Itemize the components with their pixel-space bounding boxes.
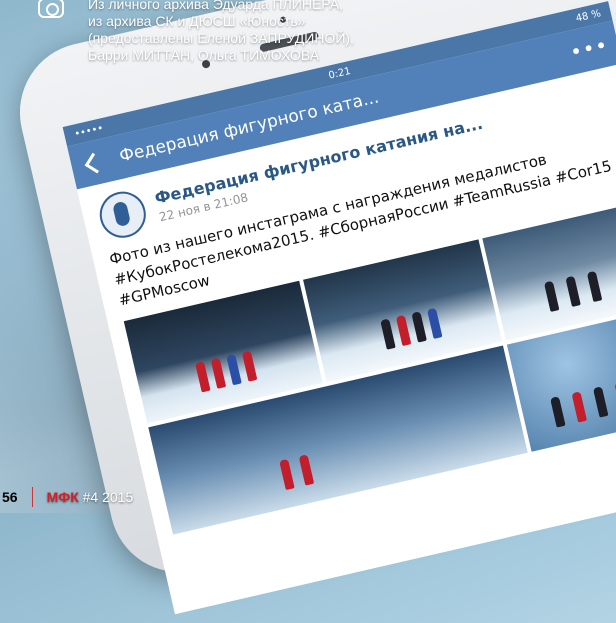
back-chevron-icon[interactable] — [84, 152, 106, 173]
credit-line: (предоставлены Еленой ЗАПРУДИНОЙ), — [88, 30, 354, 46]
skater-figure — [426, 307, 443, 339]
magazine-issue: МФК #4 2015 — [47, 489, 134, 505]
phone-screen: ••••• 0:21 48 % Федерация фигурного ката… — [62, 1, 616, 615]
camera-icon — [38, 0, 64, 18]
issue-number: #4 2015 — [82, 488, 134, 505]
skater-figure — [565, 275, 581, 307]
skater-figure — [279, 458, 295, 491]
magazine-name: МФК — [46, 488, 79, 505]
skater-figure — [298, 454, 315, 486]
photo-credits: Из личного архива Эдуарда ПЛИНЕРА, из ар… — [38, 0, 438, 64]
folio-divider — [31, 486, 33, 507]
skater-figure — [241, 350, 258, 382]
skater-figure — [571, 391, 587, 423]
credit-line: из архива СК и ДЮСШ «Юность» — [88, 13, 306, 29]
skater-figure — [586, 270, 603, 303]
battery-level: 48 % — [574, 7, 602, 25]
skater-figure — [550, 396, 566, 428]
skater-figure — [395, 314, 412, 347]
credit-line: Барри МИТТАН, Ольга ТИМОХОВА — [88, 47, 320, 63]
carrier-signal: ••••• — [73, 122, 105, 140]
skater-figure — [195, 361, 211, 393]
page-number: 56 — [2, 488, 18, 505]
credit-lines: Из личного архива Эдуарда ПЛИНЕРА, из ар… — [88, 0, 438, 64]
page-folio: 56 МФК #4 2015 — [0, 480, 133, 513]
skater-figure — [226, 354, 242, 386]
skater-figure — [592, 386, 609, 418]
skater-figure — [411, 311, 427, 343]
avatar[interactable] — [95, 187, 151, 243]
skater-figure — [543, 280, 560, 312]
status-time: 0:21 — [327, 65, 352, 82]
skater-figure — [380, 318, 396, 350]
more-icon[interactable]: ••• — [568, 33, 611, 65]
skater-figure — [210, 357, 227, 389]
credit-line: Из личного архива Эдуарда ПЛИНЕРА, — [88, 0, 343, 12]
